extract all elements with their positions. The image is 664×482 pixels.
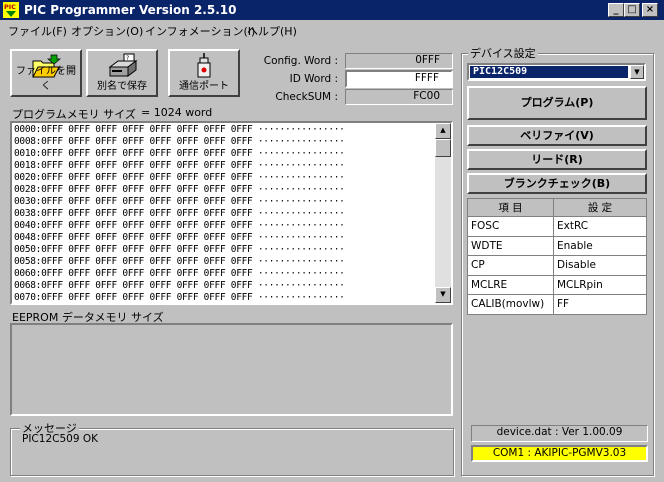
- table-cell-setting[interactable]: FF: [553, 294, 647, 315]
- scroll-thumb[interactable]: [435, 139, 451, 157]
- scroll-up-icon[interactable]: ▲: [435, 123, 451, 139]
- id-word-label: ID Word :: [289, 73, 338, 85]
- svg-text:PIC: PIC: [4, 3, 16, 11]
- memory-row: 0050:0FFF 0FFF 0FFF 0FFF 0FFF 0FFF 0FFF …: [14, 244, 345, 255]
- maximize-button[interactable]: □: [624, 3, 640, 17]
- config-word-field: 0FFF: [345, 53, 453, 69]
- memory-row: 0038:0FFF 0FFF 0FFF 0FFF 0FFF 0FFF 0FFF …: [14, 208, 345, 219]
- id-word-input[interactable]: FFFF: [345, 70, 453, 88]
- menu-option[interactable]: オプション(O): [71, 23, 143, 39]
- program-memory-list[interactable]: 0000:0FFF 0FFF 0FFF 0FFF 0FFF 0FFF 0FFF …: [10, 121, 453, 305]
- scroll-down-icon[interactable]: ▼: [435, 287, 451, 303]
- memory-row: 0070:0FFF 0FFF 0FFF 0FFF 0FFF 0FFF 0FFF …: [14, 292, 345, 303]
- table-header-row: 項 目 設 定: [467, 198, 647, 217]
- device-select[interactable]: PIC12C509 ▼: [467, 63, 646, 81]
- memory-row: 0020:0FFF 0FFF 0FFF 0FFF 0FFF 0FFF 0FFF …: [14, 172, 345, 183]
- program-button[interactable]: プログラム(P): [467, 86, 647, 120]
- table-row[interactable]: FOSC ExtRC: [467, 216, 647, 237]
- comm-port-label: 通信ポート: [179, 81, 229, 92]
- comm-port-button[interactable]: 通信ポート: [168, 49, 240, 97]
- checksum-field: FC00: [345, 89, 453, 105]
- config-table: 項 目 設 定 FOSC ExtRC WDTE Enable CP Disabl…: [467, 198, 647, 315]
- menu-bar: ファイル(F) オプション(O) インフォメーション(I) ヘルプ(H): [0, 20, 664, 40]
- table-cell-item: CP: [467, 255, 554, 276]
- memory-row: 0028:0FFF 0FFF 0FFF 0FFF 0FFF 0FFF 0FFF …: [14, 184, 345, 195]
- open-file-label: ファイルを開く: [16, 66, 76, 92]
- table-header-item: 項 目: [467, 198, 554, 217]
- table-cell-setting[interactable]: Enable: [553, 235, 647, 256]
- svg-text:?: ?: [126, 55, 129, 62]
- pic-chip-icon: PIC: [3, 2, 19, 18]
- chevron-down-icon[interactable]: ▼: [630, 65, 644, 79]
- memory-row: 0030:0FFF 0FFF 0FFF 0FFF 0FFF 0FFF 0FFF …: [14, 196, 345, 207]
- table-row[interactable]: CP Disable: [467, 255, 647, 276]
- table-cell-item: FOSC: [467, 216, 554, 237]
- menu-help[interactable]: ヘルプ(H): [247, 23, 297, 39]
- blank-check-button[interactable]: ブランクチェック(B): [467, 173, 647, 194]
- config-word-label: Config. Word :: [263, 55, 338, 67]
- open-file-button[interactable]: ファイルを開く: [10, 49, 82, 97]
- memory-row: 0060:0FFF 0FFF 0FFF 0FFF 0FFF 0FFF 0FFF …: [14, 268, 345, 279]
- save-as-button[interactable]: ? 別名で保存: [86, 49, 158, 97]
- table-cell-setting[interactable]: ExtRC: [553, 216, 647, 237]
- memory-row: 0008:0FFF 0FFF 0FFF 0FFF 0FFF 0FFF 0FFF …: [14, 136, 345, 147]
- verify-button[interactable]: ベリファイ(V): [467, 125, 647, 146]
- device-settings-legend: デバイス設定: [468, 45, 538, 61]
- table-header-setting: 設 定: [553, 198, 647, 217]
- table-row[interactable]: MCLRE MCLRpin: [467, 274, 647, 295]
- table-cell-setting[interactable]: Disable: [553, 255, 647, 276]
- title-bar: PIC PIC Programmer Version 2.5.10 _ □ ×: [0, 0, 664, 20]
- table-cell-setting[interactable]: MCLRpin: [553, 274, 647, 295]
- close-button[interactable]: ×: [642, 3, 658, 17]
- table-row[interactable]: CALIB(movlw) FF: [467, 294, 647, 315]
- com-port-status: COM1 : AKIPIC-PGMV3.03: [471, 445, 648, 462]
- table-cell-item: CALIB(movlw): [467, 294, 554, 315]
- memory-row: 0000:0FFF 0FFF 0FFF 0FFF 0FFF 0FFF 0FFF …: [14, 124, 345, 135]
- program-memory-label: プログラムメモリ サイズ: [12, 108, 136, 121]
- window-title: PIC Programmer Version 2.5.10: [24, 3, 237, 17]
- read-button[interactable]: リード(R): [467, 149, 647, 170]
- memory-row: 0018:0FFF 0FFF 0FFF 0FFF 0FFF 0FFF 0FFF …: [14, 160, 345, 171]
- memory-row: 0068:0FFF 0FFF 0FFF 0FFF 0FFF 0FFF 0FFF …: [14, 280, 345, 291]
- table-cell-item: WDTE: [467, 235, 554, 256]
- table-cell-item: MCLRE: [467, 274, 554, 295]
- memory-row: 0048:0FFF 0FFF 0FFF 0FFF 0FFF 0FFF 0FFF …: [14, 232, 345, 243]
- menu-information[interactable]: インフォメーション(I): [145, 23, 255, 39]
- menu-file[interactable]: ファイル(F): [8, 23, 67, 39]
- save-as-label: 別名で保存: [97, 81, 147, 92]
- memory-row: 0040:0FFF 0FFF 0FFF 0FFF 0FFF 0FFF 0FFF …: [14, 220, 345, 231]
- minimize-button[interactable]: _: [608, 3, 624, 17]
- memory-row: 0010:0FFF 0FFF 0FFF 0FFF 0FFF 0FFF 0FFF …: [14, 148, 345, 159]
- eeprom-list[interactable]: [10, 323, 453, 416]
- device-select-value: PIC12C509: [470, 66, 628, 78]
- device-version-status: device.dat : Ver 1.00.09: [471, 425, 648, 442]
- message-text: PIC12C509 OK: [22, 433, 98, 445]
- memory-row: 0058:0FFF 0FFF 0FFF 0FFF 0FFF 0FFF 0FFF …: [14, 256, 345, 267]
- checksum-label: CheckSUM :: [275, 91, 338, 103]
- memory-scrollbar[interactable]: ▲ ▼: [435, 123, 451, 303]
- table-row[interactable]: WDTE Enable: [467, 235, 647, 256]
- program-memory-size: = 1024 word: [141, 106, 213, 119]
